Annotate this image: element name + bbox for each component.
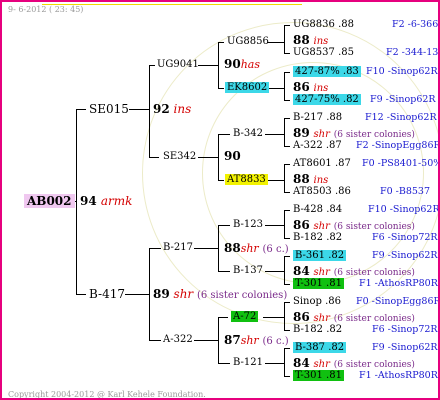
ancestor-b217[interactable]: B-217: [163, 243, 193, 253]
ancestor-b123[interactable]: B-123: [233, 220, 263, 230]
gen5-breeder: F9 -Sinop62R: [372, 250, 438, 261]
gen3-b-queen: 90: [224, 149, 241, 163]
gen5-row[interactable]: Sinop .86: [293, 297, 341, 307]
header-divider: [42, 4, 302, 5]
gen5-breeder: F0 -PS8401-50%: [362, 158, 440, 169]
gen2-b-queen: 89 shr (6 sister colonies): [153, 287, 288, 301]
pedigree-frame: 9- 6-2012 ( 23: 45) AB002 94 armk SE015 …: [0, 0, 440, 400]
root-queen-year: 94 armk: [80, 194, 133, 208]
gen5-row[interactable]: T-301 .81: [293, 370, 344, 381]
gen2-a-queen: 92 ins: [153, 102, 192, 116]
ancestor-se342[interactable]: SE342: [163, 152, 196, 162]
gen5-row[interactable]: T-301 .81: [293, 278, 344, 289]
gen5-queen-row: 84 shr (6 sister colonies): [293, 264, 415, 278]
ancestor-ug8856[interactable]: UG8856: [227, 37, 269, 47]
gen3-d-queen: 87shr (6 c.): [224, 333, 289, 347]
ancestor-a72[interactable]: A-72: [231, 311, 259, 322]
gen5-breeder: F1 -AthosRP80R: [359, 370, 438, 381]
gen3-c-queen: 88shr (6 c.): [224, 241, 289, 255]
gen5-breeder: F0 -SinopEgg86R: [356, 296, 440, 307]
gen5-row[interactable]: 427-87% .83: [293, 66, 361, 77]
gen5-row[interactable]: UG8537 .85: [293, 48, 354, 58]
ancestor-b342[interactable]: B-342: [233, 129, 263, 139]
gen5-row[interactable]: A-322 .87: [293, 141, 342, 151]
gen5-queen-row: 86 shr (6 sister colonies): [293, 310, 415, 324]
gen5-row[interactable]: 427-75% .82: [293, 94, 361, 105]
ancestor-se015[interactable]: SE015: [89, 103, 129, 115]
gen5-row[interactable]: B-182 .82: [293, 233, 342, 243]
gen5-breeder: F9 -Sinop62R: [370, 94, 436, 105]
ancestor-b121[interactable]: B-121: [233, 358, 263, 368]
gen5-breeder: F0 -B8537: [380, 186, 431, 197]
gen5-queen-row: 89 shr (6 sister colonies): [293, 126, 415, 140]
root-id: AB002: [24, 194, 75, 208]
gen3-a-queen: 90has: [224, 57, 260, 71]
header-date: 9- 6-2012 ( 23: 45): [8, 5, 84, 14]
gen5-breeder: F6 -Sinop72R: [372, 232, 438, 243]
gen5-queen-row: 86 ins: [293, 80, 329, 94]
gen5-row[interactable]: UG8836 .88: [293, 20, 354, 30]
ancestor-ek8602[interactable]: EK8602: [225, 82, 270, 93]
gen5-row[interactable]: B-361 .82: [293, 250, 347, 261]
ancestor-ug9041[interactable]: UG9041: [157, 60, 199, 70]
ancestor-a322[interactable]: A-322: [163, 335, 193, 345]
gen5-breeder: F1 -AthosRP80R: [359, 278, 438, 289]
gen5-breeder: F2 -344-13: [386, 47, 439, 58]
gen5-queen-row: 86 shr (6 sister colonies): [293, 218, 415, 232]
gen5-row[interactable]: B-387 .82: [293, 342, 347, 353]
gen5-breeder: F6 -Sinop72R: [372, 324, 438, 335]
gen5-breeder: F10 -Sinop62R: [368, 204, 440, 215]
gen5-queen-row: 88 ins: [293, 33, 329, 47]
gen5-breeder: F9 -Sinop62R: [372, 342, 438, 353]
gen5-row[interactable]: B-182 .82: [293, 325, 342, 335]
gen5-row[interactable]: B-217 .88: [293, 113, 342, 123]
gen5-breeder: F2 -6-366: [392, 19, 439, 30]
pedigree-root-bee[interactable]: AB002: [24, 194, 75, 208]
ancestor-b137[interactable]: B-137: [233, 266, 263, 276]
gen5-queen-row: 88 ins: [293, 172, 329, 186]
gen5-breeder: F12 -Sinop62R: [365, 112, 437, 123]
ancestor-at8833[interactable]: AT8833: [225, 174, 268, 185]
ancestor-b417[interactable]: B-417: [89, 288, 125, 300]
copyright-footer: Copyright 2004-2012 @ Karl Kehele Founda…: [8, 390, 206, 399]
gen5-queen-row: 84 shr (6 sister colonies): [293, 356, 415, 370]
gen5-breeder: F10 -Sinop62R: [366, 66, 438, 77]
gen5-row[interactable]: B-428 .84: [293, 205, 342, 215]
gen5-row[interactable]: AT8503 .86: [293, 187, 351, 197]
gen5-row[interactable]: AT8601 .87: [293, 159, 351, 169]
gen5-breeder: F2 -SinopEgg86R: [356, 140, 440, 151]
